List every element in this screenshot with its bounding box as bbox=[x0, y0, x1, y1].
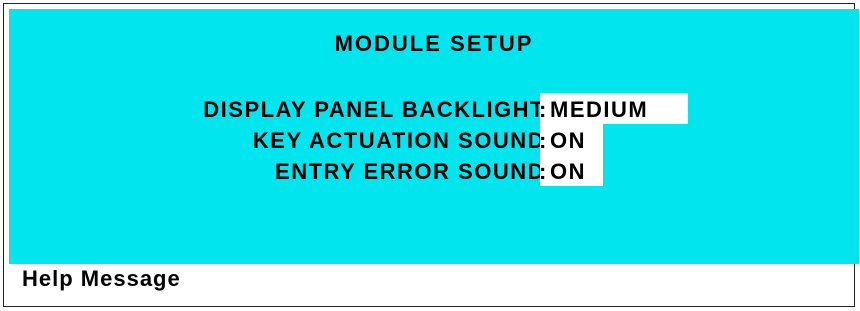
setting-label-entry-error-sound: ENTRY ERROR SOUND bbox=[275, 159, 545, 184]
setting-separator: : bbox=[539, 128, 547, 153]
module-setup-screen: MODULE SETUP DISPLAY PANEL BACKLIGHT : M… bbox=[9, 9, 859, 264]
setting-value-key-actuation-sound[interactable]: ON bbox=[550, 128, 586, 154]
setting-label-display-panel-backlight: DISPLAY PANEL BACKLIGHT bbox=[203, 97, 545, 122]
screen-title: MODULE SETUP bbox=[334, 31, 534, 56]
help-message-label: Help Message bbox=[22, 266, 181, 291]
setting-label-key-actuation-sound: KEY ACTUATION SOUND bbox=[252, 128, 545, 153]
setting-row-entry-error-sound[interactable]: ENTRY ERROR SOUND : ON bbox=[9, 155, 859, 186]
setting-separator: : bbox=[539, 159, 547, 184]
setting-value-entry-error-sound[interactable]: ON bbox=[550, 159, 586, 185]
setting-row-key-actuation-sound[interactable]: KEY ACTUATION SOUND : ON bbox=[9, 124, 859, 155]
setting-row-display-panel-backlight[interactable]: DISPLAY PANEL BACKLIGHT : MEDIUM bbox=[9, 93, 859, 124]
setting-separator: : bbox=[539, 97, 547, 122]
setting-value-display-panel-backlight[interactable]: MEDIUM bbox=[550, 97, 648, 123]
